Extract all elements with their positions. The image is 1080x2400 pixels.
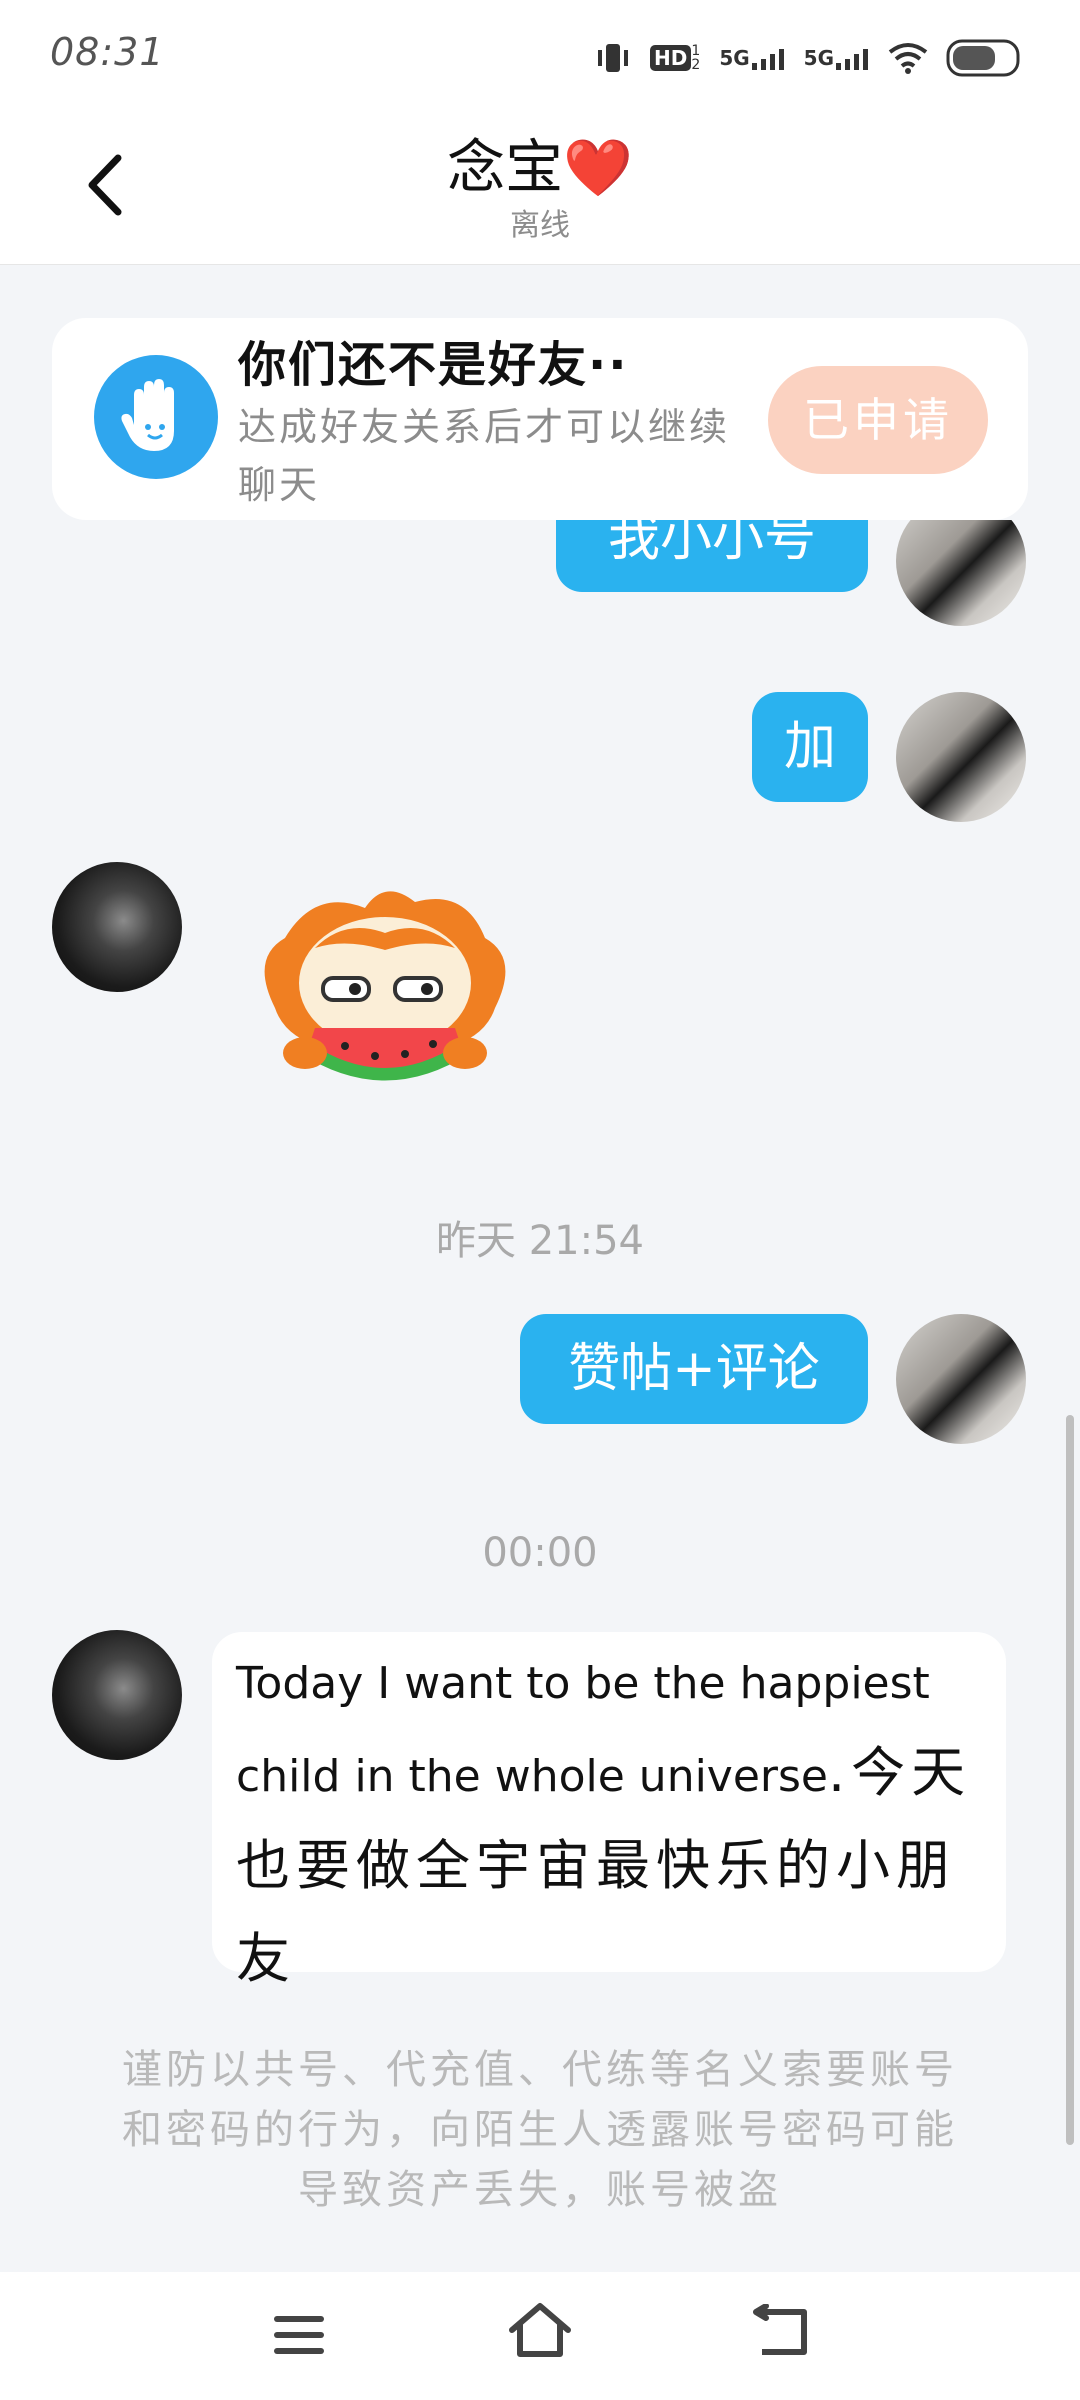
chat-title: 念宝❤️ xyxy=(0,120,1080,204)
online-status: 离线 xyxy=(510,208,570,243)
wave-hand-icon xyxy=(94,355,218,479)
signal-5g-icon-1: 5G xyxy=(719,46,785,70)
heart-emoji-icon: ❤️ xyxy=(563,136,633,201)
applied-button[interactable]: 已申请 xyxy=(768,366,988,474)
status-time: 08:31 xyxy=(50,30,165,74)
scrollbar[interactable] xyxy=(1066,1415,1074,2145)
message-text-en: Today I want to be the happiest child in… xyxy=(236,1658,930,1802)
message-bubble[interactable]: Today I want to be the happiest child in… xyxy=(212,1632,1006,1990)
vibrate-icon xyxy=(597,44,628,72)
menu-icon[interactable] xyxy=(272,2310,328,2362)
watermelon-sticker-icon[interactable] xyxy=(245,878,525,1110)
battery-icon xyxy=(946,39,1020,77)
timestamp: 00:00 xyxy=(482,1530,598,1576)
back-icon[interactable] xyxy=(752,2304,812,2360)
timestamp: 昨天 21:54 xyxy=(436,1218,644,1264)
friend-notice-description: 达成好友关系后才可以继续聊天 xyxy=(238,405,731,507)
signal-5g-icon-2: 5G xyxy=(804,46,870,70)
contact-avatar[interactable] xyxy=(52,1630,182,1760)
wifi-icon xyxy=(888,43,928,74)
message-bubble[interactable]: 我小小号 xyxy=(556,520,868,592)
home-icon[interactable] xyxy=(506,2300,574,2360)
my-avatar[interactable] xyxy=(896,520,1026,626)
contact-avatar[interactable] xyxy=(52,862,182,992)
friend-notice-title: 你们还不是好友·· xyxy=(238,337,629,393)
message-bubble[interactable]: 赞帖+评论 xyxy=(520,1314,868,1424)
safety-notice: 谨防以共号、代充值、代练等名义索要账号和密码的行为，向陌生人透露账号密码可能导致… xyxy=(122,2047,958,2213)
status-icons: HD 1 2 5G 5G xyxy=(594,36,1022,80)
my-avatar[interactable] xyxy=(896,1314,1026,1444)
message-row: 我小小号 xyxy=(0,520,1080,660)
hd-badge-icon: HD 1 2 xyxy=(649,44,701,72)
message-bubble[interactable]: 加 xyxy=(752,692,868,802)
contact-name: 念宝 xyxy=(447,133,564,201)
my-avatar[interactable] xyxy=(896,692,1026,822)
